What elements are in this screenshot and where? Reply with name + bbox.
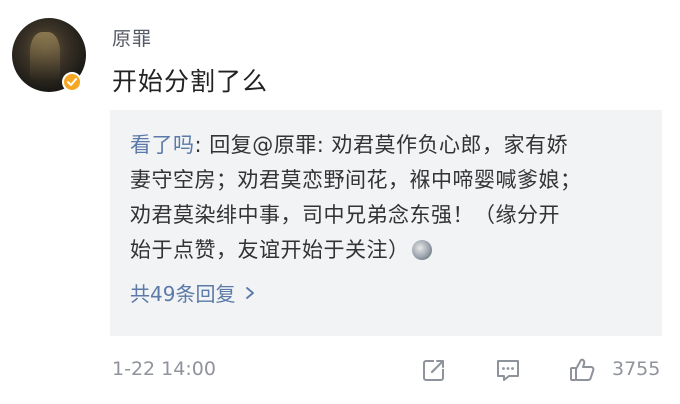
reply-line: 始于点赞，友谊开始于关注） xyxy=(130,238,410,262)
share-button[interactable] xyxy=(420,356,448,388)
comment-button[interactable] xyxy=(494,356,522,388)
thumbs-up-icon xyxy=(570,358,595,381)
like-count: 3755 xyxy=(612,358,661,380)
post-footer: 1-22 14:00 3755 xyxy=(112,356,662,386)
more-replies-label: 共49条回复 xyxy=(130,282,236,306)
reply-line: : 回复@原罪: 劝君莫作负心郎，家有娇 xyxy=(194,133,568,157)
post-time: 1-22 14:00 xyxy=(112,358,216,380)
comment-icon xyxy=(497,360,519,381)
reply-line: 妻守空房；劝君莫恋野间花，褓中啼婴喊爹娘； xyxy=(130,168,582,192)
reply-box[interactable]: 看了吗: 回复@原罪: 劝君莫作负心郎，家有娇 妻守空房；劝君莫恋野间花，褓中啼… xyxy=(110,110,662,336)
reply-username[interactable]: 看了吗 xyxy=(130,133,195,157)
share-icon xyxy=(423,359,445,381)
username[interactable]: 原罪 xyxy=(112,24,152,51)
like-button[interactable] xyxy=(568,356,596,388)
more-replies-link[interactable]: 共49条回复 xyxy=(130,278,257,307)
verified-badge-icon xyxy=(62,72,82,92)
post-text: 开始分割了么 xyxy=(112,67,269,96)
emoji-icon xyxy=(411,240,432,260)
reply-line: 劝君莫染绯中事，司中兄弟念东强！（缘分开 xyxy=(130,203,560,227)
reply-text: 看了吗: 回复@原罪: 劝君莫作负心郎，家有娇 妻守空房；劝君莫恋野间花，褓中啼… xyxy=(130,128,640,268)
avatar-image xyxy=(30,32,60,80)
chevron-right-icon xyxy=(246,286,255,299)
